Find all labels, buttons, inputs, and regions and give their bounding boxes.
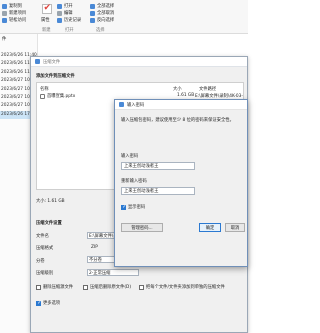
select-none-button[interactable]: 全部取消 xyxy=(90,10,114,16)
delete-after-checkbox[interactable] xyxy=(83,284,88,290)
copy-to-label: 复制到 xyxy=(9,4,22,9)
select-all-icon xyxy=(90,3,95,9)
volume-select[interactable]: 不分卷 xyxy=(87,256,115,263)
organize-passwords-button[interactable]: 管理密码... xyxy=(121,223,163,232)
file-checkbox[interactable] xyxy=(40,93,45,99)
copy-to-button[interactable]: 复制到 xyxy=(2,3,22,9)
confirm-password-label: 重新输入密码 xyxy=(121,179,147,184)
group-select-label: 选择 xyxy=(96,28,105,33)
more-options[interactable]: 更多选项 xyxy=(36,300,60,306)
new-item-button[interactable]: 新建项目 xyxy=(2,10,26,16)
archive-dialog-title: 压缩文件 xyxy=(43,59,61,65)
delete-source-checkbox[interactable] xyxy=(36,284,41,290)
archive-icon xyxy=(35,59,40,64)
show-password-option[interactable]: 显示密码 xyxy=(121,204,145,210)
filename-input[interactable]: E:\屏幕文件\录制\... xyxy=(87,232,115,239)
open-icon xyxy=(57,3,62,9)
level-label: 压缩级别 xyxy=(36,271,54,276)
ok-button[interactable]: 确定 xyxy=(199,223,221,232)
select-none-icon xyxy=(90,10,95,16)
group-open-label: 打开 xyxy=(65,28,74,33)
settings-heading: 压缩文件设置 xyxy=(36,221,62,226)
invert-selection-icon xyxy=(90,17,95,23)
password-dialog-title: 输入密码 xyxy=(127,102,145,108)
select-none-label: 全部取消 xyxy=(97,11,115,16)
edit-button[interactable]: 编辑 xyxy=(57,10,73,16)
separate-archive-checkbox[interactable] xyxy=(139,284,144,290)
password-input[interactable]: 上来王创动浅者王 xyxy=(121,162,195,170)
password-label: 输入密码 xyxy=(121,154,139,159)
history-button[interactable]: 历史记录 xyxy=(57,17,81,23)
properties-button[interactable] xyxy=(42,3,52,14)
file-size: 1.61 GB xyxy=(177,93,195,98)
invert-selection-label: 反向选择 xyxy=(97,18,115,23)
edit-icon xyxy=(57,10,62,16)
group-new-label: 新建 xyxy=(42,28,51,33)
easy-access-icon xyxy=(2,17,7,23)
confirm-password-input[interactable]: 上来王创动浅者王 xyxy=(121,187,195,195)
delete-source-option[interactable]: 删除压缩源文件 xyxy=(36,284,73,290)
cancel-button[interactable]: 取消 xyxy=(225,223,245,232)
ribbon-toolbar: 复制到 新建项目 轻松访问 属性 新建 打开 编辑 历史记录 打开 全部选择 全… xyxy=(0,0,248,34)
column-name[interactable]: 名称 xyxy=(40,86,49,92)
volume-label: 分卷 xyxy=(36,259,45,264)
delete-after-option[interactable]: 压缩后删除原文件(D) xyxy=(83,284,131,290)
level-select[interactable]: 2-正常压缩 xyxy=(87,269,139,276)
select-all-button[interactable]: 全部选择 xyxy=(90,3,114,9)
properties-icon xyxy=(42,3,52,14)
delete-source-label: 删除压缩源文件 xyxy=(43,285,74,290)
history-label: 历史记录 xyxy=(64,18,82,23)
copy-icon xyxy=(2,3,7,9)
format-select[interactable]: ZIP xyxy=(91,245,98,250)
new-item-label: 新建项目 xyxy=(9,11,27,16)
open-button[interactable]: 打开 xyxy=(57,3,73,9)
select-all-label: 全部选择 xyxy=(97,4,115,9)
files-heading: 添加文件到压缩文件 xyxy=(36,74,75,79)
delete-after-label: 压缩后删除原文件(D) xyxy=(90,285,132,290)
password-instruction: 输入压缩包密码，建议使用至少 8 位的密码来保证安全性。 xyxy=(121,118,234,123)
filename-label: 文件名 xyxy=(36,234,49,239)
column-size[interactable]: 大小 xyxy=(173,86,182,92)
more-options-checkbox[interactable] xyxy=(36,300,42,306)
file-name: 首曝宣集.pptx xyxy=(47,94,76,99)
total-size: 大小: 1.61 GB xyxy=(36,199,65,204)
lock-icon xyxy=(119,102,124,107)
left-pane-header: 件 xyxy=(2,37,7,42)
show-password-label: 显示密码 xyxy=(128,205,146,210)
edit-label: 编辑 xyxy=(64,11,73,16)
separate-archive-label: 把每个文件/文件夹添加到单独的压缩文件 xyxy=(146,285,225,290)
show-password-checkbox[interactable] xyxy=(121,204,127,210)
easy-access-label: 轻松访问 xyxy=(9,18,27,23)
column-name-label: 名称 xyxy=(40,87,49,92)
invert-selection-button[interactable]: 反向选择 xyxy=(90,17,114,23)
open-label: 打开 xyxy=(64,4,73,9)
password-dialog-titlebar: 输入密码 xyxy=(115,100,247,110)
separate-archive-option[interactable]: 把每个文件/文件夹添加到单独的压缩文件 xyxy=(139,284,225,290)
new-item-icon xyxy=(2,10,7,16)
properties-label: 属性 xyxy=(41,18,50,23)
format-label: 压缩格式 xyxy=(36,246,54,251)
history-icon xyxy=(57,17,62,23)
archive-dialog-titlebar: 压缩文件 xyxy=(31,57,247,67)
easy-access-button[interactable]: 轻松访问 xyxy=(2,17,26,23)
column-path[interactable]: 文件路径 xyxy=(199,86,216,92)
more-options-label: 更多选项 xyxy=(43,301,61,306)
password-dialog: 输入密码 输入压缩包密码，建议使用至少 8 位的密码来保证安全性。 输入密码 上… xyxy=(114,99,248,267)
